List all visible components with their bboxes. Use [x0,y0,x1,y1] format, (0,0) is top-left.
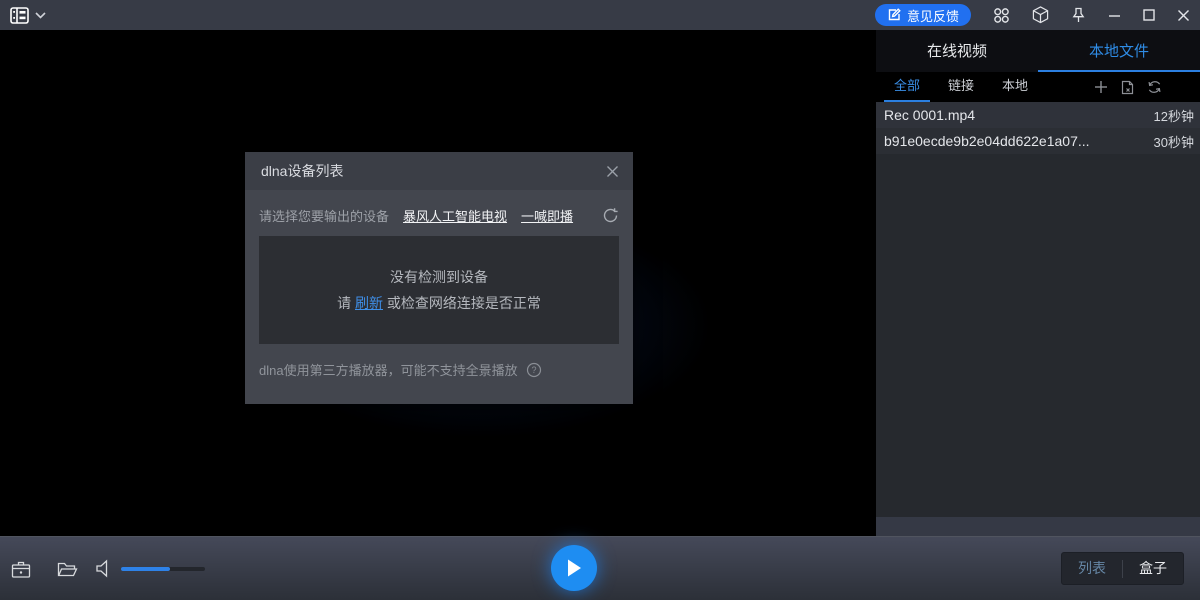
titlebar: 意见反馈 [0,0,1200,30]
dialog-titlebar: dlna设备列表 [245,152,633,190]
bottom-controls: 列表 盒子 [0,536,1200,600]
file-duration: 30秒钟 [1144,132,1194,151]
titlebar-left [10,7,46,24]
sidebar-footer [876,517,1200,536]
device-select-row: 请选择您要输出的设备 暴风人工智能电视 一喊即播 [259,200,619,230]
file-row[interactable]: Rec 0001.mp4 12秒钟 [876,102,1200,128]
hint-suffix: 或检查网络连接是否正常 [383,295,541,311]
feedback-button[interactable]: 意见反馈 [875,4,971,26]
tab-label: 在线视频 [927,40,987,61]
minimize-button[interactable] [1108,9,1121,22]
dlna-dialog: dlna设备列表 请选择您要输出的设备 暴风人工智能电视 一喊即播 [245,152,633,404]
play-button[interactable] [551,545,597,591]
file-name: Rec 0001.mp4 [884,107,975,123]
sidebar-tabs: 在线视频 本地文件 [876,30,1200,72]
pin-icon[interactable] [1071,7,1086,24]
refresh-devices-icon[interactable] [602,207,619,224]
refresh-link[interactable]: 刷新 [355,295,383,311]
view-toggle-list[interactable]: 列表 [1062,553,1122,584]
close-button[interactable] [1177,9,1190,22]
playlist-box-icon[interactable] [11,560,31,579]
video-area[interactable]: dlna设备列表 请选择您要输出的设备 暴风人工智能电视 一喊即播 [0,30,876,536]
app-window: 意见反馈 [0,0,1200,600]
apps-grid-icon[interactable] [993,7,1010,24]
dialog-body: 请选择您要输出的设备 暴风人工智能电视 一喊即播 没有检测到设备 请 刷新 或检… [245,190,633,379]
file-name: b91e0ecde9b2e04dd622e1a07... [884,133,1090,149]
edit-icon [887,8,901,22]
subtab-actions [1094,80,1200,95]
app-logo-film-icon[interactable] [10,7,29,24]
file-list: Rec 0001.mp4 12秒钟 b91e0ecde9b2e04dd622e1… [876,102,1200,154]
file-duration: 12秒钟 [1144,106,1194,125]
dialog-footer: dlna使用第三方播放器，可能不支持全景播放 ? [259,360,619,379]
chevron-down-icon[interactable] [35,12,46,19]
empty-title: 没有检测到设备 [390,267,488,287]
titlebar-right: 意见反馈 [875,4,1190,26]
volume-fill [121,567,170,571]
refresh-list-icon[interactable] [1147,80,1162,94]
dialog-close-icon[interactable] [606,165,619,178]
clear-list-icon[interactable] [1121,80,1134,95]
subtab-link[interactable]: 链接 [938,72,984,102]
svg-text:?: ? [531,365,536,375]
view-toggle: 列表 盒子 [1061,552,1184,585]
sidebar-subtabs: 全部 链接 本地 [876,72,1200,102]
box-icon[interactable] [1032,6,1049,24]
device-link-tv[interactable]: 暴风人工智能电视 [403,206,507,225]
volume-icon[interactable] [95,559,113,578]
subtab-local[interactable]: 本地 [992,72,1038,102]
volume-slider[interactable] [121,567,205,571]
dlna-note: dlna使用第三方播放器，可能不支持全景播放 [259,360,518,379]
tab-label: 本地文件 [1089,40,1149,61]
maximize-button[interactable] [1143,9,1155,21]
help-icon[interactable]: ? [526,362,542,378]
empty-hint: 请 刷新 或检查网络连接是否正常 [337,293,541,313]
tab-online-video[interactable]: 在线视频 [876,30,1038,72]
file-row[interactable]: b91e0ecde9b2e04dd622e1a07... 30秒钟 [876,128,1200,154]
subtab-all[interactable]: 全部 [884,72,930,102]
device-link-voiceplay[interactable]: 一喊即播 [521,206,573,225]
device-list-empty: 没有检测到设备 请 刷新 或检查网络连接是否正常 [259,236,619,344]
hint-prefix: 请 [337,295,355,311]
device-prompt: 请选择您要输出的设备 [259,206,389,225]
dialog-title: dlna设备列表 [261,161,343,181]
tab-local-files[interactable]: 本地文件 [1038,30,1200,72]
add-file-icon[interactable] [1094,80,1108,94]
sidebar: 在线视频 本地文件 全部 链接 本地 [876,30,1200,536]
open-folder-icon[interactable] [57,561,78,578]
feedback-label: 意见反馈 [907,6,959,25]
view-toggle-box[interactable]: 盒子 [1123,553,1183,584]
